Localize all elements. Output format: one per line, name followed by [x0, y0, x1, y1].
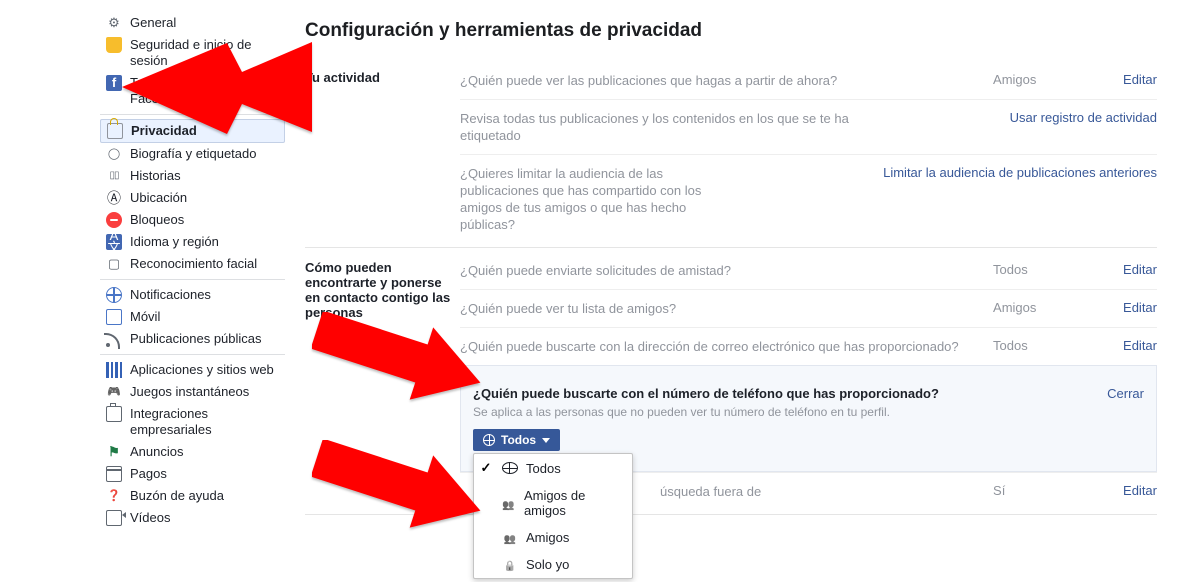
sidebar-item-label: Reconocimiento facial: [130, 256, 279, 272]
setting-status: Amigos: [993, 300, 1123, 315]
globe-icon: [483, 434, 495, 446]
help-icon: [106, 488, 122, 504]
tutorial-arrow-2: [312, 312, 484, 404]
lock-box: [107, 123, 123, 139]
setting-status: Sí: [993, 483, 1123, 498]
setting-action-link[interactable]: Usar registro de actividad: [1010, 110, 1157, 125]
fb-icon: f: [106, 75, 122, 91]
setting-row: ¿Quieres limitar la audiencia de las pub…: [460, 154, 1157, 243]
face-icon: [106, 256, 122, 272]
sidebar-item-label: Anuncios: [130, 444, 279, 460]
expanded-title: ¿Quién puede buscarte con el número de t…: [473, 386, 1107, 401]
shield-icon: [106, 37, 122, 53]
payments-icon: [106, 466, 122, 482]
sidebar-item-label: Vídeos: [130, 510, 279, 526]
dropdown-option[interactable]: Amigos de amigos: [474, 482, 632, 524]
sidebar-item-notificaciones[interactable]: Notificaciones: [100, 284, 285, 306]
mobile-icon: [106, 309, 122, 325]
games-icon: [106, 384, 122, 400]
sidebar-item-bloqueos[interactable]: Bloqueos: [100, 209, 285, 231]
minus-icon: [106, 212, 122, 228]
audience-selector-button[interactable]: Todos: [473, 429, 560, 451]
caret-down-icon: [542, 438, 550, 443]
lock-sm-icon: [502, 557, 518, 572]
setting-row: ¿Quién puede ver las publicaciones que h…: [460, 62, 1157, 99]
close-link[interactable]: Cerrar: [1107, 386, 1144, 401]
setting-action-link[interactable]: Editar: [1123, 483, 1157, 498]
sidebar-item-label: Ubicación: [130, 190, 279, 206]
sidebar-item-anuncios[interactable]: Anuncios: [100, 441, 285, 463]
tutorial-arrow-3: [312, 440, 484, 532]
lang-icon: A文: [106, 234, 122, 250]
dropdown-option[interactable]: ✓Todos: [474, 454, 632, 482]
friends-friends-icon: [501, 496, 516, 511]
rss-icon: [106, 331, 122, 347]
sidebar-item-label: Aplicaciones y sitios web: [130, 362, 279, 378]
friends-icon-icon: [502, 530, 518, 545]
sidebar-item-label: Juegos instantáneos: [130, 384, 279, 400]
sidebar-item-label: Móvil: [130, 309, 279, 325]
ads-icon: [106, 444, 122, 460]
sidebar-item-label: Buzón de ayuda: [130, 488, 279, 504]
setting-row: ¿Quién puede buscarte con la dirección d…: [460, 327, 1157, 365]
sidebar-item-general[interactable]: General: [100, 12, 285, 34]
sidebar-item-reconocimiento-facial[interactable]: Reconocimiento facial: [100, 253, 285, 275]
setting-row: ¿Quién puede enviarte solicitudes de ami…: [460, 252, 1157, 289]
sidebar-item-m-vil[interactable]: Móvil: [100, 306, 285, 328]
sidebar-item-label: General: [130, 15, 279, 31]
globe-blue: [106, 287, 122, 303]
setting-action-link[interactable]: Editar: [1123, 72, 1157, 87]
setting-action-link[interactable]: Editar: [1123, 338, 1157, 353]
sidebar-item-juegos-instant-neos[interactable]: Juegos instantáneos: [100, 381, 285, 403]
sidebar-item-ubicaci-n[interactable]: Ubicación: [100, 187, 285, 209]
setting-action-link[interactable]: Limitar la audiencia de publicaciones an…: [883, 165, 1157, 180]
briefcase-icon: [106, 406, 122, 422]
setting-question: ¿Quieres limitar la audiencia de las pub…: [460, 165, 753, 233]
setting-question: ¿Quién puede enviarte solicitudes de ami…: [460, 262, 993, 279]
sidebar-item-aplicaciones-y-sitios-web[interactable]: Aplicaciones y sitios web: [100, 359, 285, 381]
sidebar-item-label: Bloqueos: [130, 212, 279, 228]
setting-status: Todos: [993, 338, 1123, 353]
video-icon: [106, 510, 122, 526]
sidebar-item-pagos[interactable]: Pagos: [100, 463, 285, 485]
audience-dropdown: ✓TodosAmigos de amigosAmigosSolo yo: [473, 453, 633, 579]
sidebar-item-label: Historias: [130, 168, 279, 184]
setting-row: ¿Quién puede ver tu lista de amigos?Amig…: [460, 289, 1157, 327]
sidebar-item-buz-n-de-ayuda[interactable]: Buzón de ayuda: [100, 485, 285, 507]
sidebar-item-idioma-y-regi-n[interactable]: A文 Idioma y región: [100, 231, 285, 253]
section-label: Tu actividad: [305, 62, 460, 243]
setting-question: ¿Quién puede ver las publicaciones que h…: [460, 72, 993, 89]
sidebar-item-integraciones-empresariales[interactable]: Integraciones empresariales: [100, 403, 285, 441]
sidebar-item-label: Idioma y región: [130, 234, 279, 250]
tutorial-arrow-1: [122, 42, 312, 162]
sidebar-item-label: Publicaciones públicas: [130, 331, 279, 347]
sidebar-item-historias[interactable]: Historias: [100, 165, 285, 187]
sidebar-item-label: Integraciones empresariales: [130, 406, 279, 438]
gear-icon: [106, 15, 122, 31]
dropdown-option[interactable]: Amigos: [474, 524, 632, 551]
sidebar-item-publicaciones-p-blicas[interactable]: Publicaciones públicas: [100, 328, 285, 350]
page-title: Configuración y herramientas de privacid…: [305, 20, 1157, 42]
setting-row: Revisa todas tus publicaciones y los con…: [460, 99, 1157, 154]
expanded-subtitle: Se aplica a las personas que no pueden v…: [461, 403, 1156, 429]
apps-icon: [106, 362, 122, 378]
tag-icon: [106, 146, 122, 162]
setting-question: Revisa todas tus publicaciones y los con…: [460, 110, 880, 144]
setting-action-link[interactable]: Editar: [1123, 300, 1157, 315]
setting-row-expanded: ¿Quién puede buscarte con el número de t…: [460, 365, 1157, 472]
pin-icon: [106, 190, 122, 206]
setting-status: Amigos: [993, 72, 1123, 87]
setting-status: Todos: [993, 262, 1123, 277]
book-icon: [106, 168, 122, 184]
sidebar-item-v-deos[interactable]: Vídeos: [100, 507, 285, 529]
sidebar-item-label: Notificaciones: [130, 287, 279, 303]
globe-sm-icon: [502, 462, 518, 474]
sidebar-item-label: Pagos: [130, 466, 279, 482]
dropdown-option[interactable]: Solo yo: [474, 551, 632, 578]
setting-question: ¿Quién puede ver tu lista de amigos?: [460, 300, 993, 317]
setting-question: ¿Quién puede buscarte con la dirección d…: [460, 338, 993, 355]
setting-action-link[interactable]: Editar: [1123, 262, 1157, 277]
